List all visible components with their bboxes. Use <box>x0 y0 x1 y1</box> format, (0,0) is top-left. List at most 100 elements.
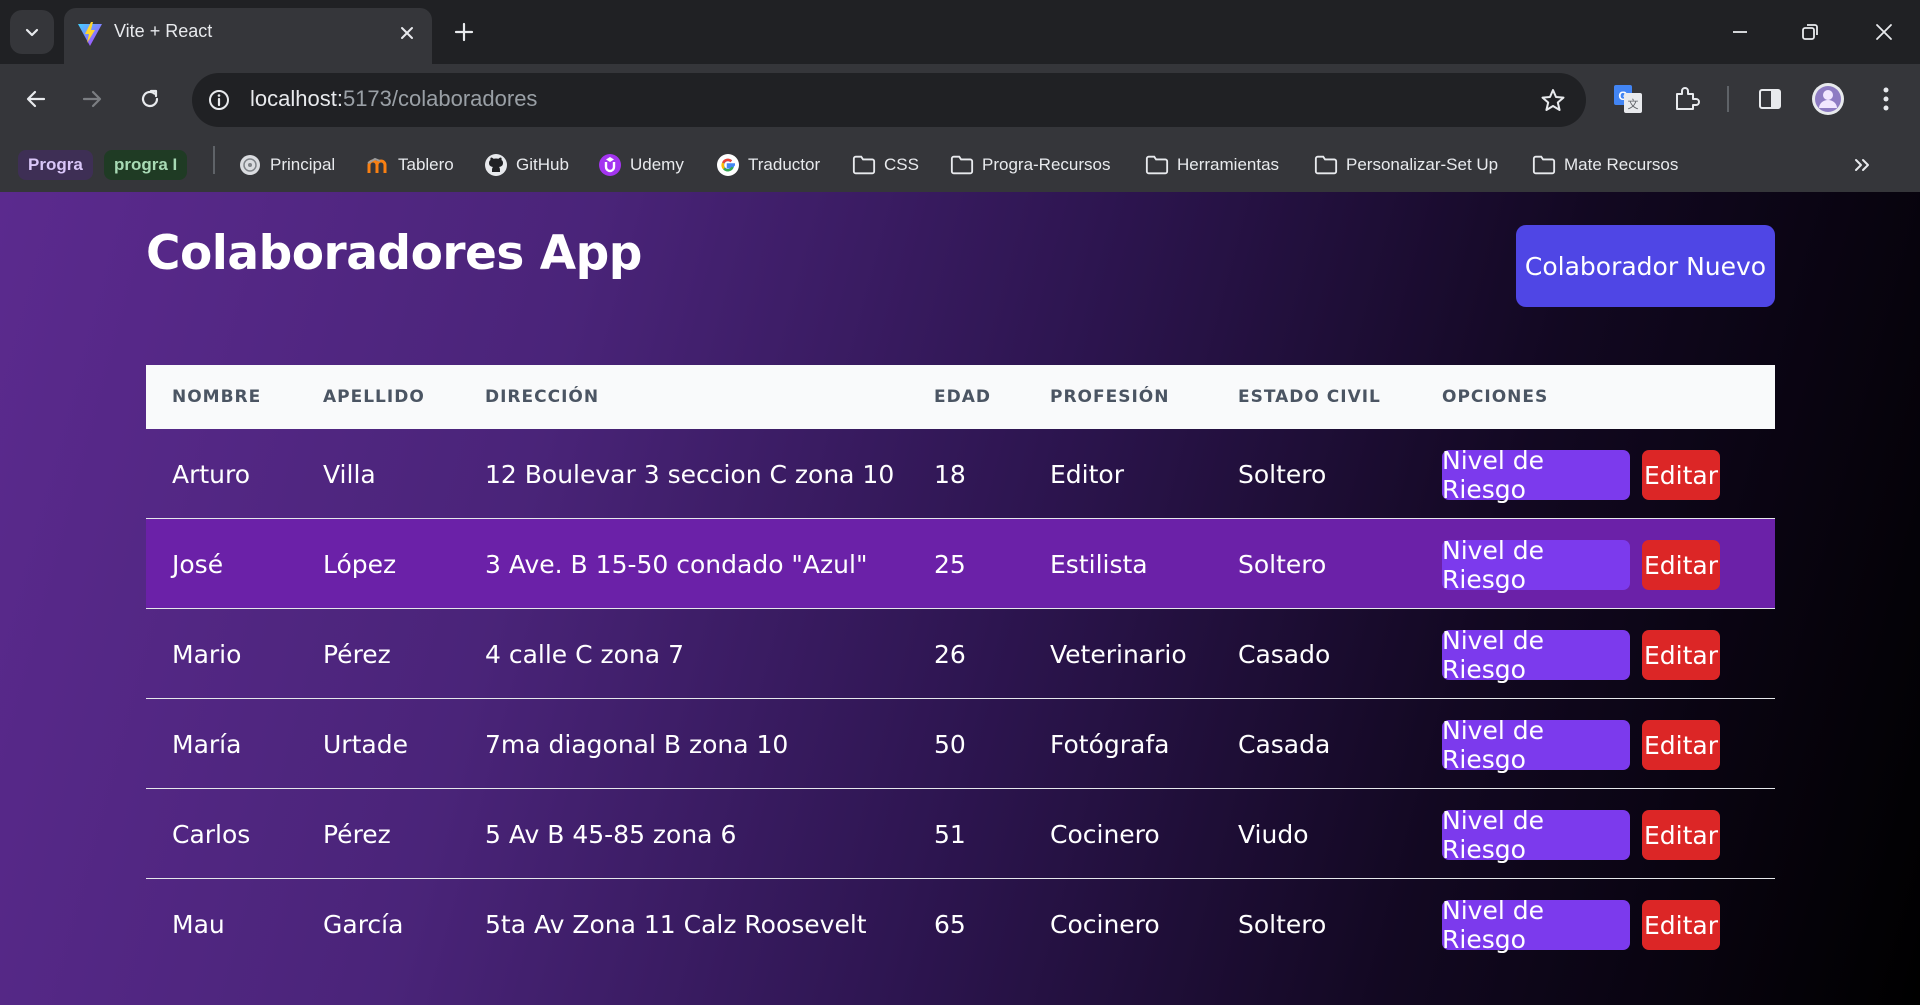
column-header-nombre: NOMBRE <box>172 387 262 407</box>
cell-apellido: Pérez <box>323 640 391 669</box>
bookmark-label: Personalizar-Set Up <box>1346 155 1499 174</box>
cell-nombre: Arturo <box>172 460 251 489</box>
cell-apellido: Villa <box>323 460 376 489</box>
folder-icon <box>852 153 876 177</box>
arrow-right-icon <box>82 90 102 108</box>
new-colaborador-button[interactable]: Colaborador Nuevo <box>1516 225 1775 307</box>
new-tab-button[interactable] <box>444 12 484 52</box>
cell-nombre: Mario <box>172 640 242 669</box>
browser-menu-icon[interactable] <box>1868 81 1904 117</box>
cell-estado-civil: Soltero <box>1238 910 1327 939</box>
bookmark-label: CSS <box>884 155 919 174</box>
double-chevron-right-icon <box>1850 153 1874 177</box>
page-title: Colaboradores App <box>146 226 642 281</box>
bookmark-star-icon[interactable] <box>1538 85 1568 115</box>
bookmark-udemy[interactable]: Udemy <box>598 150 684 180</box>
cell-apellido: Urtade <box>323 730 408 759</box>
bookmarks-separator <box>213 146 215 174</box>
close-tab-icon[interactable] <box>394 20 420 46</box>
table-row: Arturo Villa 12 Boulevar 3 seccion C zon… <box>146 429 1775 519</box>
column-header-direccion: DIRECCIÓN <box>485 387 600 407</box>
bookmark-label: Traductor <box>748 155 821 174</box>
cell-nombre: Mau <box>172 910 225 939</box>
github-icon <box>484 153 508 177</box>
bookmark-folder-mate-recursos[interactable]: Mate Recursos <box>1532 150 1678 180</box>
tab-group-progra-i[interactable]: progra I <box>104 150 188 180</box>
bookmark-principal[interactable]: Principal <box>238 150 335 180</box>
restore-icon <box>1802 24 1818 40</box>
udemy-icon <box>598 153 622 177</box>
address-bar[interactable]: localhost:5173/colaboradores <box>192 73 1586 127</box>
cell-profesion: Editor <box>1050 460 1124 489</box>
cell-estado-civil: Viudo <box>1238 820 1309 849</box>
cell-edad: 26 <box>934 640 966 669</box>
cell-edad: 18 <box>934 460 966 489</box>
nivel-riesgo-button[interactable]: Nivel de Riesgo <box>1442 446 1630 504</box>
svg-text:文: 文 <box>1628 97 1639 111</box>
back-button[interactable] <box>16 79 56 119</box>
bookmark-github[interactable]: GitHub <box>484 150 569 180</box>
editar-button[interactable]: Editar <box>1642 900 1720 950</box>
cell-profesion: Fotógrafa <box>1050 730 1170 759</box>
bookmark-folder-personalizar[interactable]: Personalizar-Set Up <box>1314 150 1498 180</box>
side-panel-icon[interactable] <box>1752 81 1788 117</box>
profile-avatar[interactable] <box>1810 81 1846 117</box>
nivel-riesgo-button[interactable]: Nivel de Riesgo <box>1442 806 1630 864</box>
tab-group-progra[interactable]: Progra <box>18 150 93 180</box>
toolbar-separator <box>1727 86 1729 112</box>
cell-direccion: 3 Ave. B 15-50 condado "Azul" <box>485 550 868 579</box>
tab-title: Vite + React <box>114 21 213 41</box>
bookmark-tablero[interactable]: Tablero <box>366 150 454 180</box>
google-translate-icon[interactable]: G文 <box>1610 81 1646 117</box>
editar-button[interactable]: Editar <box>1642 720 1720 770</box>
tab-search-button[interactable] <box>10 10 54 54</box>
folder-icon <box>1532 153 1556 177</box>
reload-icon <box>141 89 159 108</box>
editar-button[interactable]: Editar <box>1642 450 1720 500</box>
browser-toolbar: localhost:5173/colaboradores G文 <box>0 64 1920 138</box>
table-row: Carlos Pérez 5 Av B 45-85 zona 6 51 Coci… <box>146 789 1775 879</box>
forward-button[interactable] <box>72 79 112 119</box>
bookmarks-overflow-button[interactable] <box>1850 150 1874 180</box>
column-header-edad: EDAD <box>934 387 991 407</box>
bookmark-folder-progra-recursos[interactable]: Progra-Recursos <box>950 150 1111 180</box>
cell-estado-civil: Soltero <box>1238 550 1327 579</box>
moodle-icon <box>366 153 390 177</box>
nivel-riesgo-button[interactable]: Nivel de Riesgo <box>1442 626 1630 684</box>
app-page: Colaboradores App Colaborador Nuevo NOMB… <box>0 192 1920 1005</box>
nivel-riesgo-button[interactable]: Nivel de Riesgo <box>1442 896 1630 954</box>
cell-nombre: María <box>172 730 242 759</box>
bookmark-folder-css[interactable]: CSS <box>852 150 919 180</box>
cell-estado-civil: Casado <box>1238 640 1331 669</box>
table-row: María Urtade 7ma diagonal B zona 10 50 F… <box>146 699 1775 789</box>
cell-direccion: 4 calle C zona 7 <box>485 640 684 669</box>
site-info-icon[interactable] <box>204 85 234 115</box>
chevron-down-icon <box>25 28 39 37</box>
reload-button[interactable] <box>130 79 170 119</box>
editar-button[interactable]: Editar <box>1642 630 1720 680</box>
editar-button[interactable]: Editar <box>1642 540 1720 590</box>
cell-edad: 25 <box>934 550 966 579</box>
bookmark-label: GitHub <box>516 155 569 174</box>
bookmark-label: Herramientas <box>1177 155 1280 174</box>
bookmark-label: Progra-Recursos <box>982 155 1111 174</box>
cell-direccion: 7ma diagonal B zona 10 <box>485 730 789 759</box>
cell-profesion: Cocinero <box>1050 910 1160 939</box>
extensions-icon[interactable] <box>1668 81 1704 117</box>
browser-tab[interactable]: Vite + React <box>64 8 432 64</box>
url-text: localhost:5173/colaboradores <box>250 86 538 111</box>
bookmark-label: Principal <box>270 155 336 174</box>
editar-button[interactable]: Editar <box>1642 810 1720 860</box>
nivel-riesgo-button[interactable]: Nivel de Riesgo <box>1442 716 1630 774</box>
close-window-button[interactable] <box>1854 8 1914 56</box>
bookmark-traductor[interactable]: Traductor <box>716 150 820 180</box>
table-row: José López 3 Ave. B 15-50 condado "Azul"… <box>146 519 1775 609</box>
nivel-riesgo-button[interactable]: Nivel de Riesgo <box>1442 536 1630 594</box>
minimize-window-button[interactable] <box>1710 8 1770 56</box>
bookmark-folder-herramientas[interactable]: Herramientas <box>1145 150 1279 180</box>
restore-window-button[interactable] <box>1780 8 1840 56</box>
cell-edad: 51 <box>934 820 966 849</box>
cell-apellido: López <box>323 550 397 579</box>
cell-direccion: 5 Av B 45-85 zona 6 <box>485 820 737 849</box>
cell-apellido: Pérez <box>323 820 391 849</box>
